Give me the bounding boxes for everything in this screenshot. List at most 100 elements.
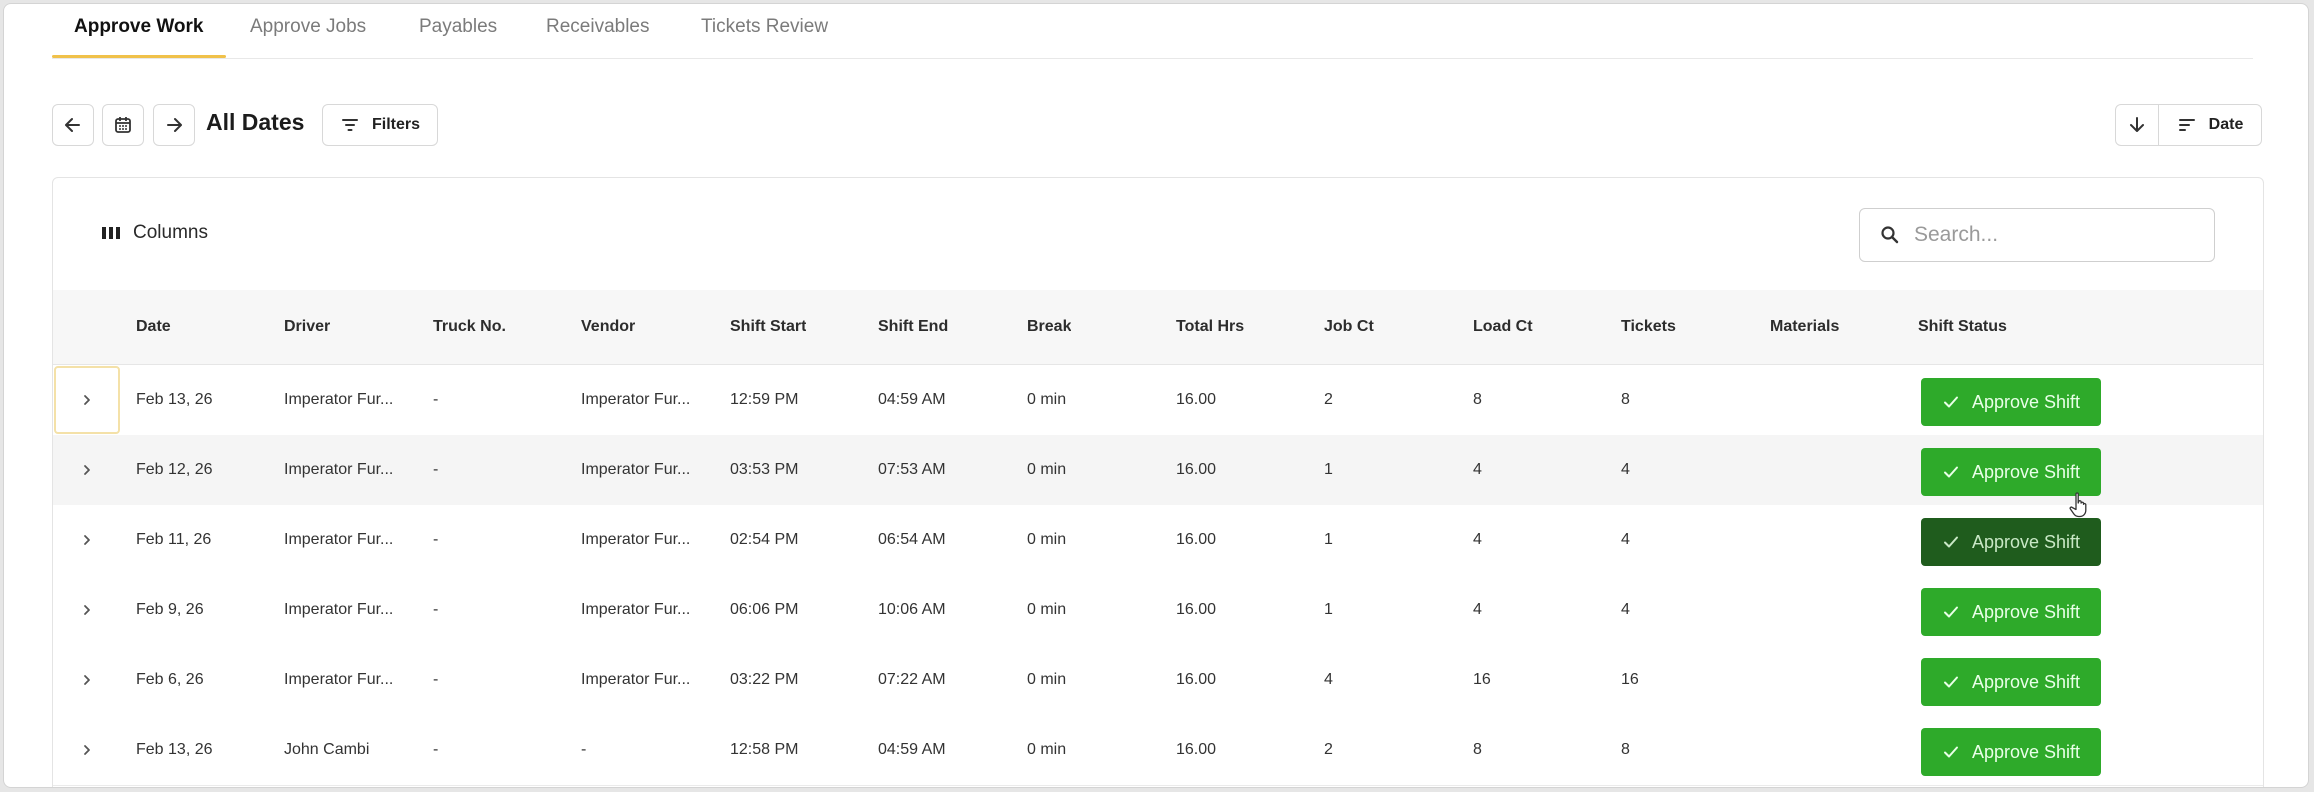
hand-cursor-icon [2069,492,2087,518]
cell-shift-start: 03:53 PM [730,461,799,478]
approve-shift-label: Approve Shift [1971,461,2081,482]
cell-tickets: 4 [1621,531,1630,548]
cell-load-ct: 4 [1473,531,1482,548]
cell-shift-start: 12:58 PM [730,741,799,758]
approve-shift-label: Approve Shift [1971,391,2081,412]
columns-icon [102,227,120,239]
row-expand-button[interactable] [54,436,120,504]
cell-break: 0 min [1027,741,1067,758]
date-range-label: All Dates [206,109,305,135]
sort-direction-button[interactable] [2115,104,2159,146]
cell-shift-end: 04:59 AM [878,391,946,408]
check-icon [1943,466,1958,478]
header-driver[interactable]: Driver [284,290,330,364]
columns-button[interactable]: Columns [101,222,208,244]
cell-shift-start: 02:54 PM [730,531,799,548]
app-frame: Approve Work Approve Jobs Payables Recei… [3,3,2309,788]
cell-total-hrs: 16.00 [1176,671,1217,688]
cell-shift-start: 06:06 PM [730,601,799,618]
filters-button[interactable]: Filters [322,104,438,146]
header-truck-no[interactable]: Truck No. [433,290,506,364]
row-expand-button[interactable] [54,646,120,714]
cell-break: 0 min [1027,391,1067,408]
search-box [1859,208,2215,262]
cell-vendor: Imperator Fur... [581,671,691,688]
approve-shift-button[interactable]: Approve Shift [1921,588,2101,636]
next-date-button[interactable] [153,104,195,146]
cell-job-ct: 1 [1324,531,1333,548]
cell-shift-start: 12:59 PM [730,391,799,408]
cell-break: 0 min [1027,601,1067,618]
check-icon [1943,746,1958,758]
approve-shift-label: Approve Shift [1971,601,2081,622]
header-total-hrs[interactable]: Total Hrs [1176,290,1244,364]
check-icon [1943,396,1958,408]
cell-load-ct: 16 [1473,671,1491,688]
cell-date: Feb 6, 26 [136,671,204,688]
cell-truck-no: - [433,671,439,688]
header-shift-end[interactable]: Shift End [878,290,948,364]
cell-vendor: Imperator Fur... [581,601,691,618]
previous-date-button[interactable] [52,104,94,146]
search-input[interactable] [1912,222,2206,248]
chevron-right-icon [84,745,90,755]
cell-date: Feb 13, 26 [136,741,213,758]
cell-vendor: Imperator Fur... [581,461,691,478]
row-expand-button[interactable] [54,576,120,644]
cell-tickets: 4 [1621,601,1630,618]
approve-shift-button[interactable]: Approve Shift [1921,728,2101,776]
cell-total-hrs: 16.00 [1176,391,1217,408]
cell-total-hrs: 16.00 [1176,741,1217,758]
cell-vendor: Imperator Fur... [581,391,691,408]
approve-shift-label: Approve Shift [1971,531,2081,552]
cell-vendor: - [581,741,587,758]
table-row[interactable]: Feb 6, 26 Imperator Fur... - Imperator F… [53,645,2263,716]
tab-approve-work[interactable]: Approve Work [52,4,225,58]
table-row[interactable]: Feb 12, 26 Imperator Fur... - Imperator … [53,435,2263,506]
header-date[interactable]: Date [136,290,171,364]
approve-shift-button[interactable]: Approve Shift [1921,378,2101,426]
cell-vendor: Imperator Fur... [581,531,691,548]
cell-tickets: 8 [1621,741,1630,758]
header-break[interactable]: Break [1027,290,1071,364]
row-expand-button[interactable] [54,716,120,784]
cell-tickets: 4 [1621,461,1630,478]
cell-break: 0 min [1027,671,1067,688]
table-row[interactable]: Feb 11, 26 Imperator Fur... - Imperator … [53,505,2263,576]
chevron-right-icon [84,605,90,615]
date-picker-button[interactable] [102,104,144,146]
cell-truck-no: - [433,391,439,408]
cell-load-ct: 4 [1473,601,1482,618]
header-tickets[interactable]: Tickets [1621,290,1676,364]
header-materials[interactable]: Materials [1770,290,1839,364]
header-job-ct[interactable]: Job Ct [1324,290,1374,364]
sort-field-button[interactable]: Date [2158,104,2262,146]
table-row[interactable]: Feb 9, 26 Imperator Fur... - Imperator F… [53,575,2263,646]
approve-shift-button[interactable]: Approve Shift [1921,448,2101,496]
approve-shift-button[interactable]: Approve Shift [1921,658,2101,706]
check-icon [1943,676,1958,688]
cell-truck-no: - [433,601,439,618]
approve-shift-button[interactable]: Approve Shift [1921,518,2101,566]
header-vendor[interactable]: Vendor [581,290,635,364]
cell-job-ct: 1 [1324,461,1333,478]
cell-date: Feb 12, 26 [136,461,213,478]
cell-load-ct: 8 [1473,391,1482,408]
tab-payables[interactable]: Payables [419,4,497,56]
table-row[interactable]: Feb 13, 26 John Cambi - - 12:58 PM 04:59… [53,715,2263,786]
tab-approve-jobs[interactable]: Approve Jobs [250,4,366,56]
row-expand-button[interactable] [54,366,120,434]
row-expand-button[interactable] [54,506,120,574]
search-icon [1881,226,1899,244]
tab-receivables[interactable]: Receivables [546,4,650,56]
chevron-right-icon [84,535,90,545]
approve-shift-label: Approve Shift [1971,741,2081,762]
table-row[interactable]: Feb 13, 26 Imperator Fur... - Imperator … [53,365,2263,436]
calendar-icon [115,117,131,133]
filter-icon [341,119,358,131]
header-shift-status[interactable]: Shift Status [1918,290,2007,364]
tab-tickets-review[interactable]: Tickets Review [701,4,828,56]
header-load-ct[interactable]: Load Ct [1473,290,1533,364]
filters-label: Filters [371,116,420,133]
header-shift-start[interactable]: Shift Start [730,290,806,364]
